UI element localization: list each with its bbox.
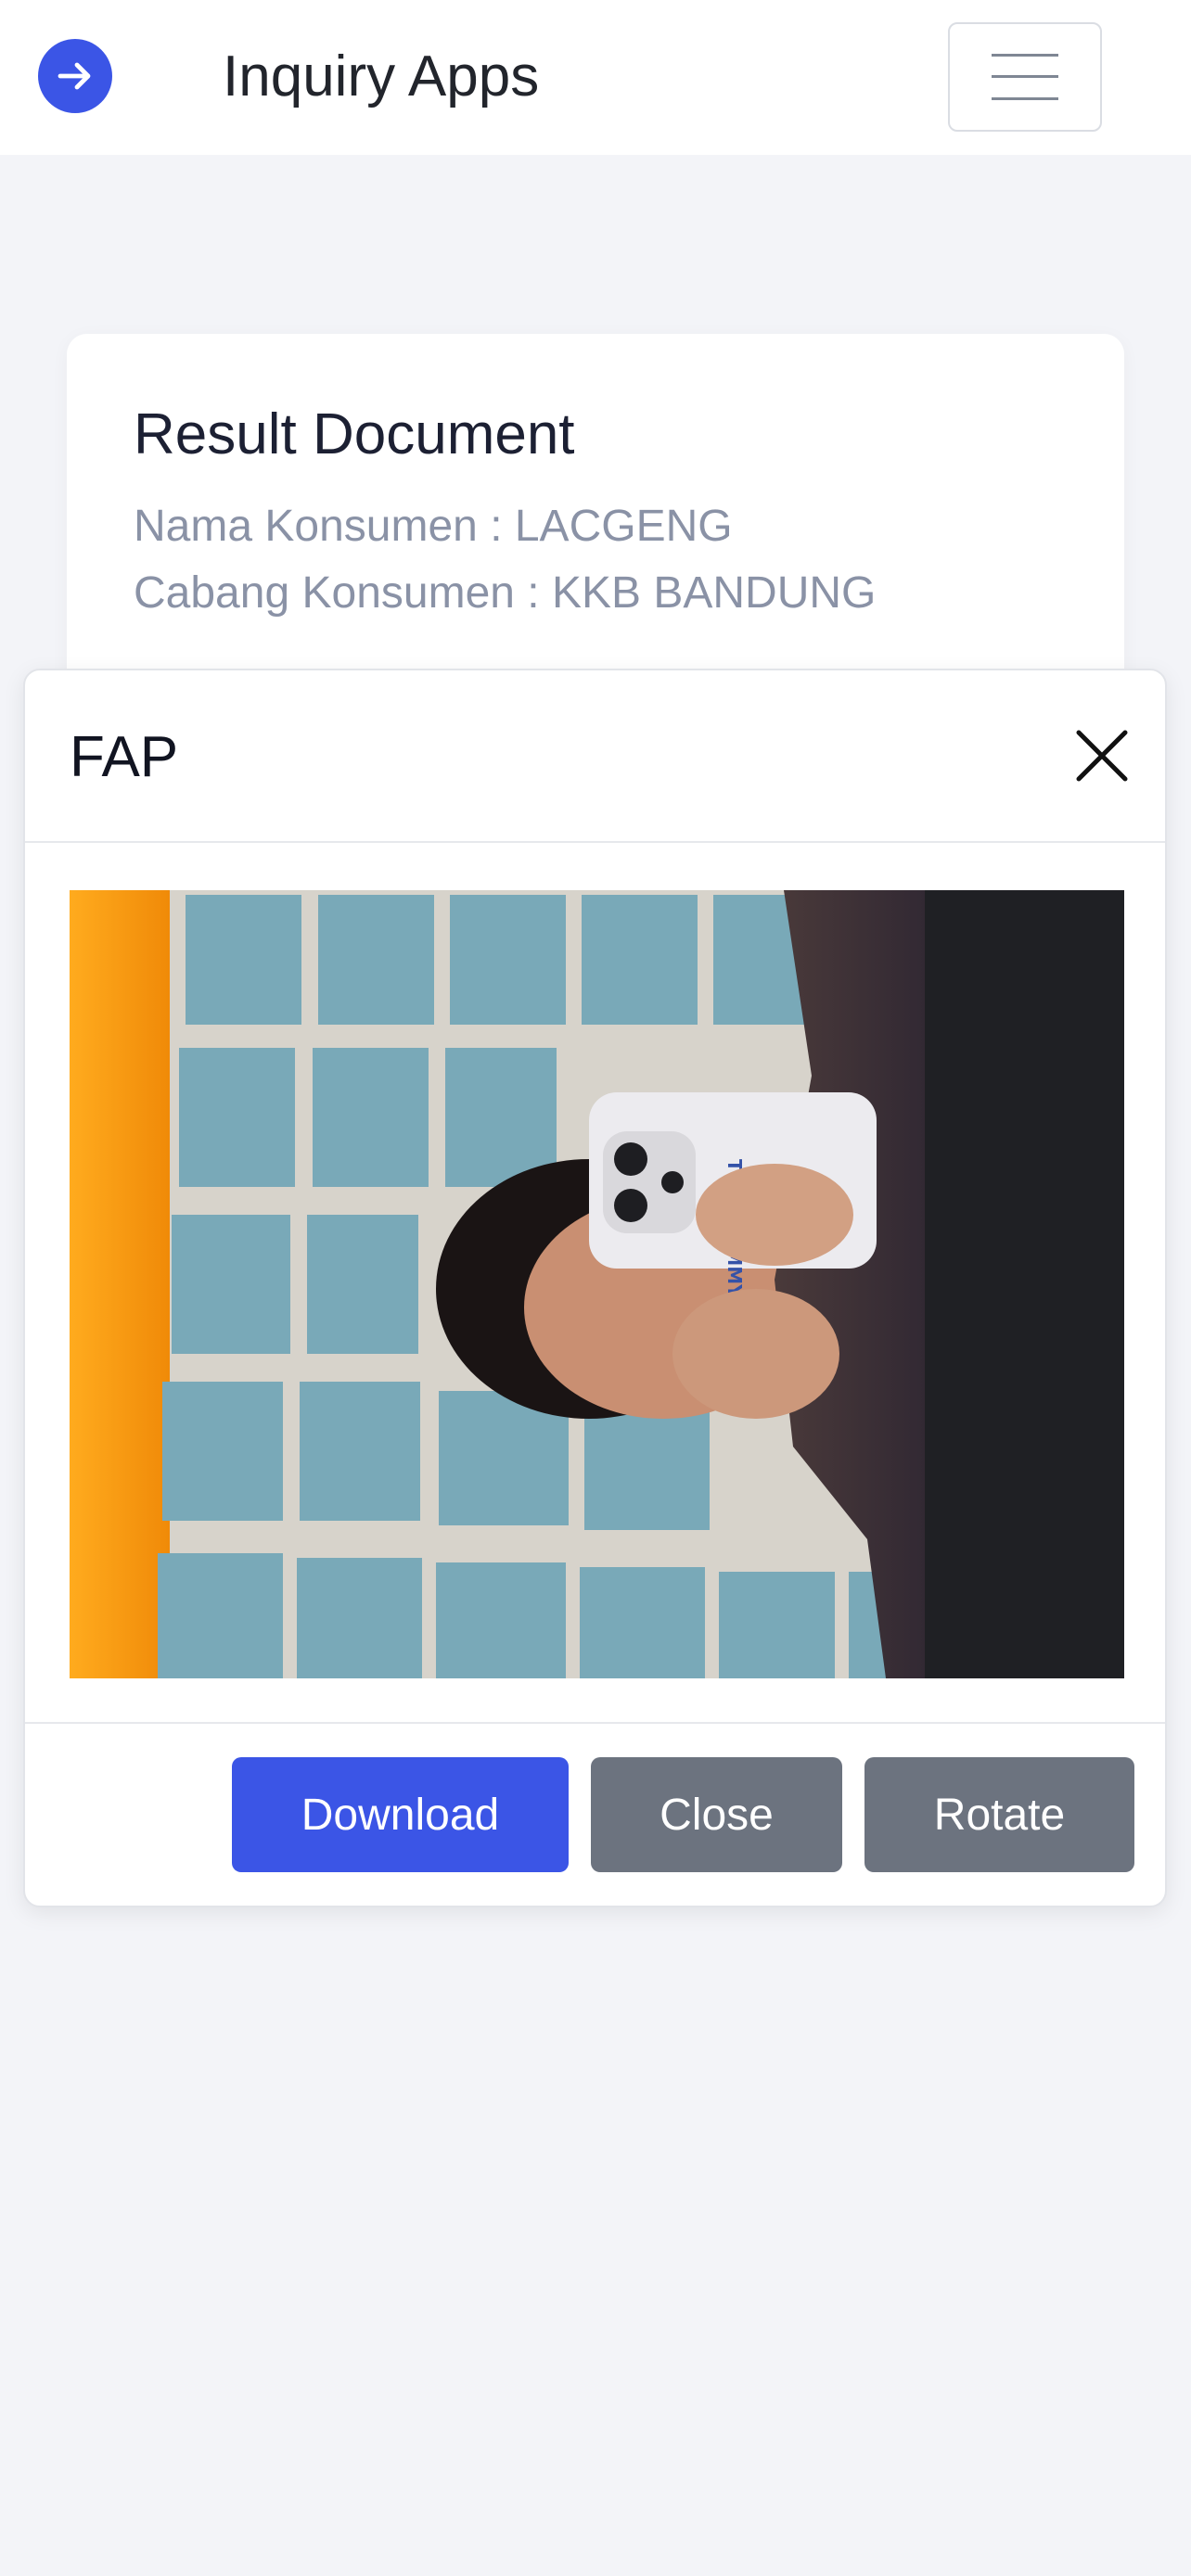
- arrow-right-circle-icon[interactable]: [38, 39, 112, 113]
- top-navbar: Inquiry Apps: [0, 0, 1191, 155]
- result-document-card: Result Document Nama Konsumen : LACGENG …: [67, 334, 1124, 723]
- modal-header: FAP: [25, 670, 1165, 843]
- modal-footer: Download Close Rotate: [25, 1722, 1165, 1907]
- close-x-icon[interactable]: [1071, 725, 1133, 786]
- close-button[interactable]: Close: [591, 1757, 842, 1872]
- rotate-button[interactable]: Rotate: [864, 1757, 1134, 1872]
- document-photo: TEDDY JIMMY: [70, 890, 1124, 1678]
- download-button[interactable]: Download: [232, 1757, 569, 1872]
- navbar-toggle-button[interactable]: [948, 22, 1102, 132]
- app-title: Inquiry Apps: [223, 45, 540, 108]
- customer-name: Nama Konsumen : LACGENG: [134, 502, 733, 551]
- document-preview-modal: FAP Download Close Rotate: [23, 669, 1167, 1907]
- card-title: Result Document: [134, 402, 575, 466]
- customer-branch: Cabang Konsumen : KKB BANDUNG: [134, 568, 877, 618]
- modal-title: FAP: [70, 725, 179, 789]
- hamburger-menu-icon: [992, 54, 1058, 100]
